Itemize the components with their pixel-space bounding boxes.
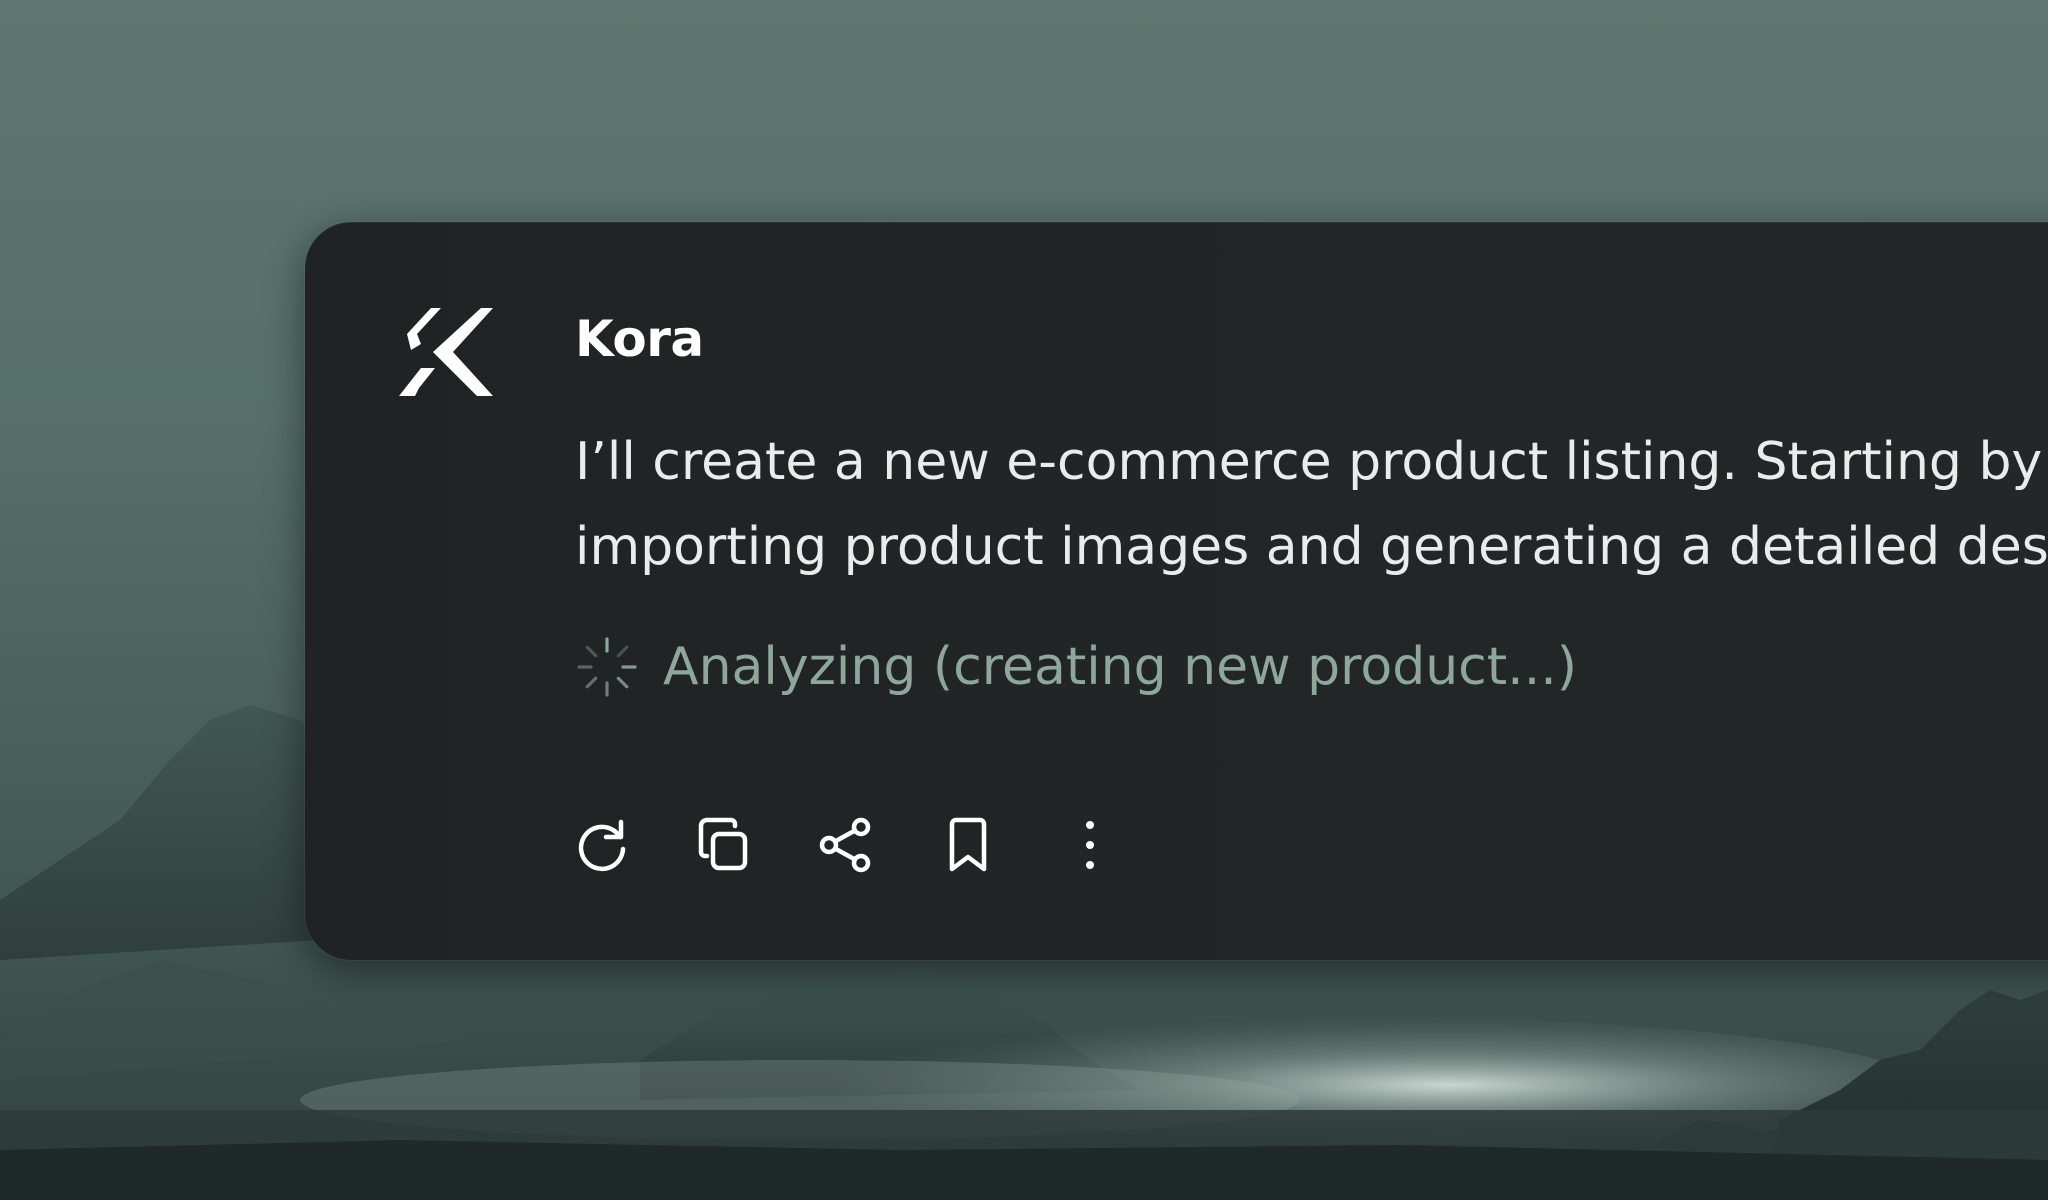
bookmark-icon: [949, 817, 987, 872]
loading-spinner-icon: [577, 637, 637, 697]
retry-button[interactable]: [569, 812, 635, 878]
assistant-message-text: I’ll create a new e-commerce product lis…: [575, 420, 2048, 590]
copy-icon: [698, 817, 748, 871]
status-text: Analyzing (creating new product...): [663, 637, 1578, 697]
copy-button[interactable]: [691, 812, 757, 878]
desktop-background: Kora I’ll create a new e-commerce produc…: [0, 0, 2048, 1200]
message-line: importing product images and generating …: [575, 517, 2048, 577]
assistant-message-card: Kora I’ll create a new e-commerce produc…: [305, 222, 2048, 960]
more-options-button[interactable]: [1057, 812, 1123, 878]
status-indicator: Analyzing (creating new product...): [575, 622, 1577, 712]
retry-icon: [578, 819, 626, 872]
message-line: I’ll create a new e-commerce product lis…: [575, 432, 2043, 492]
kora-logo-icon: [399, 308, 493, 396]
more-vertical-icon: [1086, 821, 1094, 869]
assistant-name: Kora: [575, 310, 704, 368]
share-button[interactable]: [813, 812, 879, 878]
share-icon: [819, 817, 871, 873]
message-actions-toolbar: [569, 812, 1179, 878]
bookmark-button[interactable]: [935, 812, 1001, 878]
